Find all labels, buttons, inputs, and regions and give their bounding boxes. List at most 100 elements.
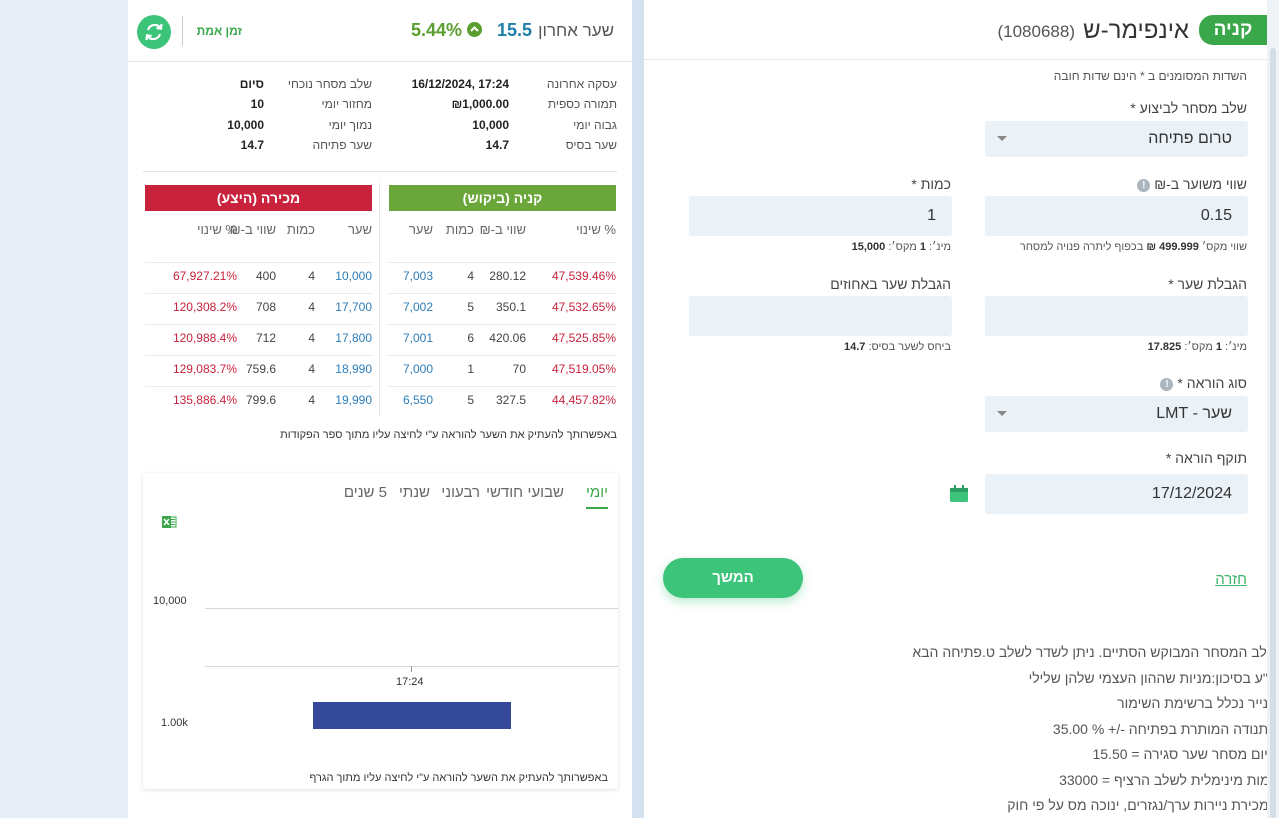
limit-input[interactable]: [985, 296, 1248, 336]
row-divider: [145, 262, 373, 263]
refresh-icon: [145, 23, 163, 41]
sell-price[interactable]: 10,000: [335, 269, 372, 283]
chart-tab[interactable]: 5 שנים: [344, 484, 387, 501]
qty-hint-min-label: מינ׳:: [929, 241, 951, 253]
value-input[interactable]: 0.15: [985, 196, 1248, 236]
chart-tab[interactable]: שבועי: [528, 484, 564, 501]
order-type-label-text: סוג הוראה *: [1177, 375, 1247, 391]
buy-price[interactable]: 7,000: [403, 362, 433, 376]
row-divider: [388, 293, 617, 294]
time-tick: [411, 666, 412, 672]
validity-value: 17/12/2024: [1151, 485, 1232, 502]
last-price-value[interactable]: 15.5: [497, 20, 532, 41]
calendar-icon[interactable]: [949, 485, 969, 503]
buy-pct: 44,457.82%: [551, 393, 616, 407]
sell-qty: 4: [308, 269, 315, 283]
volume-bar[interactable]: [313, 702, 511, 729]
buy-price[interactable]: 6,550: [403, 393, 433, 407]
qty-hint-max: 15,000: [851, 241, 886, 253]
stats-divider: [143, 171, 617, 172]
back-link[interactable]: חזרה: [1215, 571, 1247, 588]
active-tab-underline: [586, 507, 608, 509]
limit-hint-max-label: מקס׳:: [1184, 341, 1213, 353]
stage-value: טרום פתיחה: [1148, 130, 1232, 147]
buy-value: 420.06: [489, 331, 526, 345]
limit-hint: מינ׳: 1 מקס׳: 17.825: [1148, 341, 1247, 353]
order-form-panel: קניה אינפימר-ש (1080688) השדות המסומנים …: [644, 0, 1277, 818]
stat-value: 10,000: [472, 118, 509, 132]
chart-tab[interactable]: שנתי: [399, 484, 430, 501]
limit-hint-min-label: מינ׳:: [1225, 341, 1247, 353]
sell-col-header: שער: [347, 222, 372, 237]
chart-tab[interactable]: רבעוני: [441, 484, 480, 501]
stat-value: סיום: [239, 77, 264, 91]
sell-value: 400: [255, 269, 276, 283]
buy-badge: קניה: [1199, 15, 1267, 45]
chevron-down-icon: [997, 411, 1007, 416]
stat-label: גבוה יומי: [573, 118, 617, 132]
pct-input[interactable]: [689, 296, 952, 336]
scrollbar[interactable]: [1267, 0, 1279, 818]
stat-label: עסקה אחרונה: [546, 77, 617, 91]
value-input-text: 0.15: [1200, 207, 1232, 224]
book-divider: [379, 183, 380, 416]
stat-label: שלב מסחר נוכחי: [287, 77, 372, 91]
buy-pct: 47,519.05%: [551, 362, 616, 376]
buy-value: 327.5: [495, 393, 526, 407]
header-divider: [182, 16, 183, 46]
qty-input[interactable]: 1: [689, 196, 952, 236]
info-line: במכירת ניירות ערך/נגזרים, ינוכה מס על פי…: [1007, 797, 1277, 813]
info-icon[interactable]: !: [1137, 178, 1151, 192]
stat-value: 14.7: [240, 138, 264, 152]
chart-tab[interactable]: חודשי: [486, 484, 523, 501]
order-type-select[interactable]: שער - LMT: [985, 396, 1248, 432]
buy-pct: 47,525.85%: [551, 331, 616, 345]
stat-label: מחזור יומי: [321, 97, 372, 111]
sell-value: 708: [255, 300, 276, 314]
buy-qty: 5: [467, 393, 474, 407]
value-hint: שווי מקס׳ 499.999 ₪ בכפוף ליתרה פנויה למ…: [1020, 241, 1247, 253]
buy-value: 70: [512, 362, 526, 376]
sell-col-header: % שינוי: [197, 222, 237, 237]
sell-price[interactable]: 17,700: [335, 300, 372, 314]
value-label-text: שווי משוער ב-₪: [1154, 176, 1247, 192]
order-type-value: שער - LMT: [1156, 405, 1232, 422]
row-divider: [145, 293, 373, 294]
stat-value: ₪1,000.00: [451, 97, 509, 111]
buy-col-header: % שינוי: [576, 222, 616, 237]
sell-value: 759.6: [245, 362, 276, 376]
buy-pct: 47,539.46%: [551, 269, 616, 283]
sell-price[interactable]: 19,990: [335, 393, 372, 407]
sell-qty: 4: [308, 362, 315, 376]
stat-value: 10,000: [227, 118, 264, 132]
buy-col-header: שווי ב-₪: [479, 222, 526, 237]
validity-date-input[interactable]: 17/12/2024: [985, 474, 1248, 514]
limit-hint-min: 1: [1215, 341, 1222, 353]
sell-price[interactable]: 17,800: [335, 331, 372, 345]
scrollbar-thumb[interactable]: [1270, 48, 1276, 818]
stage-select[interactable]: טרום פתיחה: [985, 121, 1248, 157]
refresh-button[interactable]: [137, 15, 171, 49]
row-divider: [145, 386, 373, 387]
chart-note: באפשרותך להעתיק את השער להוראה ע"י לחיצה…: [309, 772, 608, 784]
order-type-label: סוג הוראה * !: [1160, 375, 1247, 391]
buy-price[interactable]: 7,001: [403, 331, 433, 345]
value-hint-max: 499.999 ₪: [1146, 241, 1199, 253]
excel-icon[interactable]: [161, 514, 177, 530]
buy-price[interactable]: 7,002: [403, 300, 433, 314]
order-book-note: באפשרותך להעתיק את השער להוראה ע"י לחיצה…: [280, 429, 617, 441]
stat-label: נמוך יומי: [328, 118, 372, 132]
qty-hint: מינ׳: 1 מקס׳: 15,000: [852, 241, 951, 253]
info-icon[interactable]: !: [1160, 377, 1174, 391]
price-chart-card: יומי שבועי חודשי רבעוני שנתי 5 שנים 10,000 17…: [143, 473, 618, 789]
buy-price[interactable]: 7,003: [403, 269, 433, 283]
last-price-label: שער אחרון: [538, 21, 614, 40]
continue-button[interactable]: המשך: [663, 558, 803, 598]
chart-tab[interactable]: יומי: [586, 484, 608, 501]
panel-divider: [632, 0, 644, 818]
sell-qty: 4: [308, 393, 315, 407]
sell-price[interactable]: 18,990: [335, 362, 372, 376]
price-change: 5.44%: [411, 20, 482, 41]
qty-input-text: 1: [927, 207, 936, 224]
stage-label: שלב מסחר לביצוע *: [1130, 100, 1247, 116]
